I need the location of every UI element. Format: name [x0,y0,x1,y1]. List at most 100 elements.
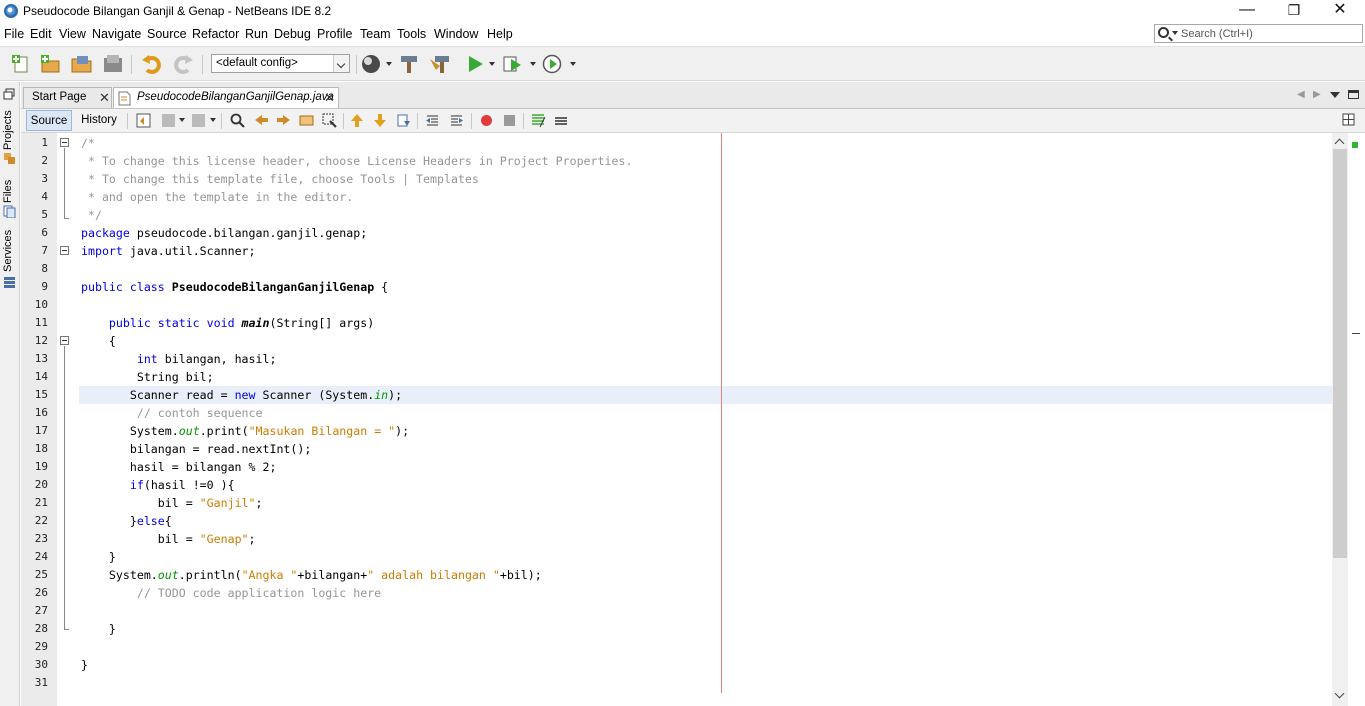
profile-dropdown-icon[interactable] [570,62,576,66]
restore-window-group-icon[interactable] [3,88,16,101]
find-next-icon[interactable] [276,113,291,128]
forward-dropdown-icon[interactable] [210,118,216,122]
debug-icon[interactable] [502,54,522,74]
clean-build-icon[interactable] [429,54,449,74]
close-button[interactable]: ✕ [1317,0,1363,22]
fold-toggle-icon[interactable] [60,138,69,147]
code-line[interactable]: System.out.println("Angka "+bilangan+" a… [81,566,542,584]
fold-toggle-icon[interactable] [60,246,69,255]
history-tab[interactable]: History [76,110,122,131]
sidebar-tab-files[interactable]: Files [2,178,18,204]
close-icon[interactable]: ✕ [99,90,110,106]
search-dropdown-icon[interactable] [1172,31,1178,35]
projects-icon[interactable] [3,152,16,165]
code-line[interactable]: } [81,656,88,674]
run-icon[interactable] [466,54,486,74]
menu-window[interactable]: Window [434,27,478,41]
maximize-icon[interactable] [1348,90,1359,99]
forward-icon[interactable] [191,113,206,128]
code-line[interactable]: // contoh sequence [81,404,263,422]
close-project-icon[interactable] [103,54,123,74]
toggle-highlight-icon[interactable] [322,113,337,128]
code-line[interactable]: String bil; [81,368,214,386]
files-icon[interactable] [3,205,16,219]
previous-bookmark-icon[interactable] [350,113,365,128]
code-line[interactable]: } [81,620,116,638]
uncomment-icon[interactable] [554,113,569,128]
services-icon[interactable] [3,276,16,289]
code-line[interactable]: */ [81,206,102,224]
source-tab[interactable]: Source [26,110,72,131]
code-line[interactable]: /* [81,134,95,152]
code-line[interactable]: if(hasil !=0 ){ [81,476,235,494]
code-line[interactable]: * and open the template in the editor. [81,188,353,206]
code-line[interactable]: } [81,548,116,566]
menu-edit[interactable]: Edit [30,27,52,41]
scroll-up-icon[interactable] [1334,138,1345,149]
code-line[interactable]: hasil = bilangan % 2; [81,458,277,476]
close-icon[interactable]: ✕ [324,90,335,106]
profile-icon[interactable] [542,54,562,74]
vertical-scrollbar[interactable] [1332,133,1348,706]
tab-java-file[interactable]: PseudocodeBilanganGanjilGenap.java ✕ [113,87,339,109]
find-previous-icon[interactable] [254,113,269,128]
sidebar-tab-projects[interactable]: Projects [2,110,18,150]
menu-file[interactable]: File [4,27,24,41]
menu-tools[interactable]: Tools [397,27,426,41]
scroll-right-icon[interactable]: ▶ [1313,89,1321,100]
menu-navigate[interactable]: Navigate [92,27,141,41]
tab-start-page[interactable]: Start Page ✕ [23,87,112,108]
back-icon[interactable] [161,113,176,128]
search-input[interactable] [1181,26,1359,41]
menu-view[interactable]: View [59,27,86,41]
find-selection-icon[interactable] [299,113,314,128]
redo-icon[interactable] [172,54,193,74]
config-dropdown[interactable]: <default config> [211,54,350,73]
scroll-left-icon[interactable]: ◀ [1297,89,1305,100]
globe-icon[interactable] [361,54,381,74]
code-line[interactable]: // TODO code application logic here [81,584,381,602]
code-line[interactable]: int bilangan, hasil; [81,350,277,368]
shift-right-icon[interactable] [449,113,464,128]
code-line[interactable]: package pseudocode.bilangan.ganjil.genap… [81,224,367,242]
minimize-button[interactable]: — [1224,0,1270,22]
toggle-bookmark-icon[interactable] [396,113,411,128]
code-line[interactable]: }else{ [81,512,172,530]
code-line[interactable]: System.out.print("Masukan Bilangan = "); [81,422,409,440]
search-box[interactable] [1154,24,1363,43]
code-line[interactable]: bilangan = read.nextInt(); [81,440,311,458]
code-line[interactable]: * To change this license header, choose … [81,152,632,170]
code-line[interactable]: bil = "Ganjil"; [81,494,263,512]
chevron-down-icon[interactable] [333,55,349,72]
open-project-icon[interactable] [71,54,92,74]
menu-refactor[interactable]: Refactor [192,27,239,41]
new-file-icon[interactable] [11,54,31,74]
next-bookmark-icon[interactable] [373,113,388,128]
last-edit-icon[interactable] [136,113,151,128]
show-opened-documents-icon[interactable] [1330,92,1340,98]
shift-left-icon[interactable] [425,113,440,128]
code-line[interactable]: * To change this template file, choose T… [81,170,479,188]
fold-toggle-icon[interactable] [60,336,69,345]
split-editor-icon[interactable] [1342,113,1357,128]
start-macro-icon[interactable] [479,113,494,128]
menu-source[interactable]: Source [147,27,187,41]
undo-icon[interactable] [141,54,161,74]
menu-run[interactable]: Run [245,27,268,41]
scroll-down-icon[interactable] [1334,688,1345,699]
find-icon[interactable] [230,113,245,128]
menu-team[interactable]: Team [360,27,391,41]
new-project-icon[interactable] [40,54,60,74]
comment-icon[interactable] [531,113,546,128]
code-editor[interactable]: 1 /* 2 * To change this license header, ch… [21,133,1332,706]
code-line[interactable]: { [81,332,116,350]
restore-button[interactable]: ❐ [1271,0,1317,22]
hammer-icon[interactable] [399,54,419,74]
back-dropdown-icon[interactable] [179,118,185,122]
sidebar-tab-services[interactable]: Services [2,229,18,273]
code-line[interactable]: import java.util.Scanner; [81,242,256,260]
code-line[interactable]: public static void main(String[] args) [81,314,374,332]
run-dropdown-icon[interactable] [489,62,495,66]
code-line[interactable]: Scanner read = new Scanner (System.in); [81,386,402,404]
scrollbar-thumb[interactable] [1333,149,1347,558]
